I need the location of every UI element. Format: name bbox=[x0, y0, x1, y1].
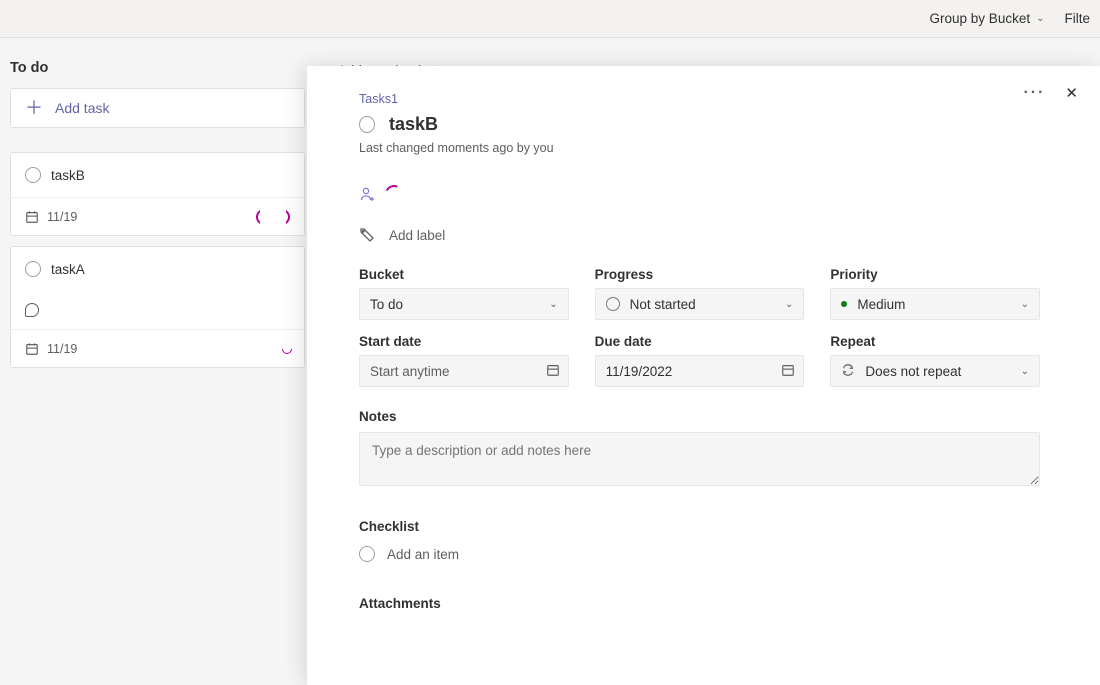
comment-icon bbox=[25, 303, 39, 317]
notes-label: Notes bbox=[359, 409, 1040, 424]
due-date-input[interactable]: 11/19/2022 bbox=[595, 355, 805, 387]
notes-textarea[interactable] bbox=[359, 432, 1040, 486]
task-card-assignees bbox=[256, 209, 290, 225]
task-detail-panel: ··· ✕ Tasks1 taskB Last changed moments … bbox=[307, 66, 1100, 685]
add-task-button[interactable]: ＋ Add task bbox=[10, 88, 305, 128]
task-card[interactable]: taskA 11/19 bbox=[10, 246, 305, 368]
calendar-icon bbox=[781, 363, 795, 380]
add-label-button[interactable]: Add label bbox=[359, 227, 1040, 243]
bucket-value: To do bbox=[370, 297, 403, 312]
attachments-label: Attachments bbox=[359, 596, 1040, 611]
calendar-icon bbox=[546, 363, 560, 380]
task-card[interactable]: taskB 11/19 bbox=[10, 152, 305, 236]
chevron-down-icon: ⌄ bbox=[549, 299, 557, 310]
start-date-placeholder: Start anytime bbox=[370, 364, 450, 379]
task-card-date: 11/19 bbox=[47, 342, 77, 356]
task-card-title: taskB bbox=[51, 168, 85, 183]
due-date-label: Due date bbox=[595, 334, 805, 349]
filter-label: Filte bbox=[1064, 11, 1090, 26]
start-date-label: Start date bbox=[359, 334, 569, 349]
task-card-date: 11/19 bbox=[47, 210, 77, 224]
add-label-text: Add label bbox=[389, 228, 445, 243]
assign-person-icon bbox=[359, 186, 375, 202]
avatar-icon bbox=[274, 209, 290, 225]
bucket-dropdown[interactable]: To do ⌄ bbox=[359, 288, 569, 320]
loading-spinner-icon bbox=[382, 182, 405, 205]
priority-value: Medium bbox=[857, 297, 905, 312]
repeat-dropdown[interactable]: Does not repeat ⌄ bbox=[830, 355, 1040, 387]
task-title[interactable]: taskB bbox=[389, 114, 438, 135]
filter-button[interactable]: Filte bbox=[1058, 7, 1096, 30]
assign-members[interactable] bbox=[359, 185, 1040, 203]
calendar-icon bbox=[25, 342, 39, 356]
repeat-icon bbox=[841, 363, 855, 380]
checklist-label: Checklist bbox=[359, 519, 1040, 534]
group-by-label: Group by Bucket bbox=[930, 11, 1031, 26]
repeat-value: Does not repeat bbox=[865, 364, 961, 379]
priority-dot-icon bbox=[841, 301, 847, 307]
task-card-title: taskA bbox=[51, 262, 85, 277]
calendar-icon bbox=[25, 210, 39, 224]
due-date-value: 11/19/2022 bbox=[606, 364, 673, 379]
repeat-label: Repeat bbox=[830, 334, 1040, 349]
plan-link[interactable]: Tasks1 bbox=[359, 92, 1040, 106]
progress-circle-icon bbox=[606, 297, 620, 311]
top-toolbar: Group by Bucket ⌄ Filte bbox=[0, 0, 1100, 38]
progress-field-label: Progress bbox=[595, 267, 805, 282]
more-options-icon[interactable]: ··· bbox=[1023, 84, 1045, 102]
progress-dropdown[interactable]: Not started ⌄ bbox=[595, 288, 805, 320]
task-fields-row1: Bucket To do ⌄ Progress Not started ⌄ Pr… bbox=[359, 267, 1040, 320]
task-fields-row2: Start date Start anytime Due date 11/19/… bbox=[359, 334, 1040, 387]
avatar-icon bbox=[276, 342, 290, 356]
tag-icon bbox=[359, 227, 375, 243]
bucket-todo: To do ＋ Add task taskB 11/19 bbox=[10, 54, 305, 685]
complete-circle-icon[interactable] bbox=[25, 261, 41, 277]
avatar-icon bbox=[256, 209, 272, 225]
priority-field-label: Priority bbox=[830, 267, 1040, 282]
chevron-down-icon: ⌄ bbox=[1021, 366, 1029, 377]
start-date-input[interactable]: Start anytime bbox=[359, 355, 569, 387]
close-icon[interactable]: ✕ bbox=[1065, 84, 1078, 102]
complete-circle-icon[interactable] bbox=[359, 116, 375, 133]
checklist-add-item[interactable]: Add an item bbox=[359, 542, 1040, 566]
add-task-label: Add task bbox=[55, 100, 109, 116]
chevron-down-icon: ⌄ bbox=[785, 299, 793, 310]
task-card-assignees bbox=[276, 342, 290, 356]
priority-dropdown[interactable]: Medium ⌄ bbox=[830, 288, 1040, 320]
bucket-title[interactable]: To do bbox=[10, 54, 305, 88]
plus-icon: ＋ bbox=[25, 99, 43, 117]
complete-circle-icon[interactable] bbox=[25, 167, 41, 183]
bucket-field-label: Bucket bbox=[359, 267, 569, 282]
chevron-down-icon: ⌄ bbox=[1036, 13, 1044, 24]
progress-value: Not started bbox=[630, 297, 696, 312]
group-by-dropdown[interactable]: Group by Bucket ⌄ bbox=[924, 7, 1051, 30]
checklist-circle-icon bbox=[359, 546, 375, 562]
checklist-placeholder: Add an item bbox=[387, 547, 459, 562]
last-changed-text: Last changed moments ago by you bbox=[359, 141, 1040, 155]
chevron-down-icon: ⌄ bbox=[1021, 299, 1029, 310]
